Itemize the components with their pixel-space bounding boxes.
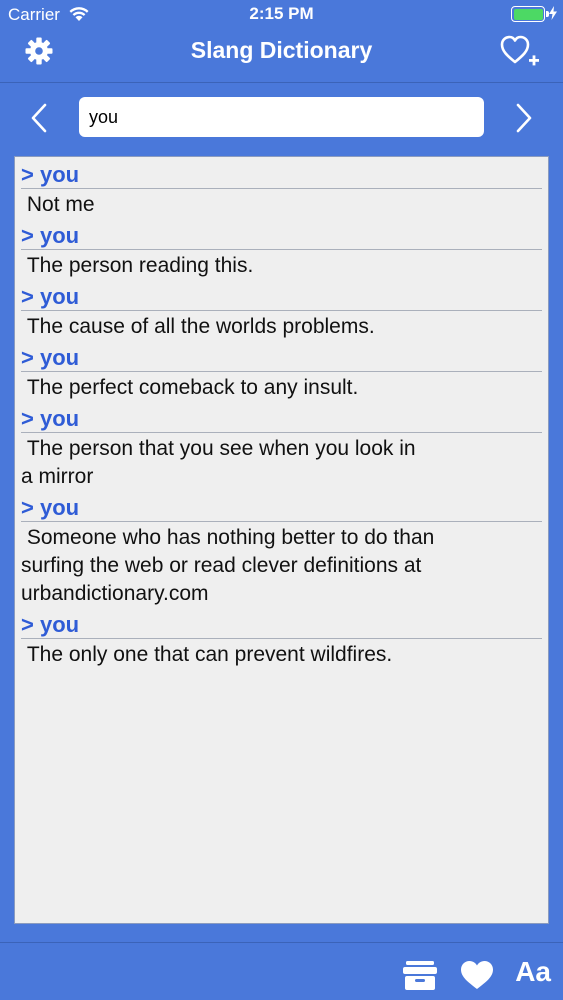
entry-term[interactable]: > you bbox=[21, 220, 542, 250]
chevron-left-icon[interactable] bbox=[30, 103, 48, 133]
entry-definition: The only one that can prevent wildfires. bbox=[21, 643, 393, 666]
battery-level bbox=[513, 8, 543, 20]
list-item: > you Someone who has nothing better to … bbox=[21, 492, 542, 609]
search-input[interactable] bbox=[79, 97, 484, 137]
archive-icon[interactable] bbox=[402, 959, 438, 991]
charging-bolt-icon bbox=[549, 6, 557, 20]
bottom-toolbar: Aa bbox=[0, 942, 563, 1000]
battery-icon bbox=[511, 6, 549, 22]
entry-term[interactable]: > you bbox=[21, 159, 542, 189]
entry-term[interactable]: > you bbox=[21, 403, 542, 433]
entry-term[interactable]: > you bbox=[21, 281, 542, 311]
list-item: > you Not me bbox=[21, 159, 542, 220]
page-title: Slang Dictionary bbox=[190, 37, 373, 63]
list-item: > you The person reading this. bbox=[21, 220, 542, 281]
list-item: > you The person that you see when you l… bbox=[21, 403, 542, 492]
entry-definition: Someone who has nothing better to do tha… bbox=[21, 526, 435, 605]
chevron-right-icon[interactable] bbox=[515, 103, 533, 133]
entry-definition: The cause of all the worlds problems. bbox=[21, 315, 375, 338]
entry-definition: The person reading this. bbox=[21, 254, 254, 277]
nav-bar: Slang Dictionary bbox=[0, 28, 563, 80]
search-row bbox=[0, 82, 563, 152]
entry-definition: The person that you see when you look in… bbox=[21, 437, 416, 488]
status-time: 2:15 PM bbox=[249, 4, 314, 23]
entry-definition: Not me bbox=[21, 193, 95, 216]
heart-plus-icon[interactable] bbox=[499, 33, 541, 69]
status-bar: Carrier 2:15 PM bbox=[0, 0, 563, 28]
entry-definition: The perfect comeback to any insult. bbox=[21, 376, 359, 399]
font-size-button[interactable]: Aa bbox=[515, 956, 551, 988]
results-list[interactable]: > you Not me > you The person reading th… bbox=[14, 156, 549, 924]
list-item: > you The perfect comeback to any insult… bbox=[21, 342, 542, 403]
entry-term[interactable]: > you bbox=[21, 492, 542, 522]
heart-icon[interactable] bbox=[459, 959, 495, 991]
list-item: > you The cause of all the worlds proble… bbox=[21, 281, 542, 342]
entry-term[interactable]: > you bbox=[21, 342, 542, 372]
list-item: > you The only one that can prevent wild… bbox=[21, 609, 542, 670]
entry-term[interactable]: > you bbox=[21, 609, 542, 639]
